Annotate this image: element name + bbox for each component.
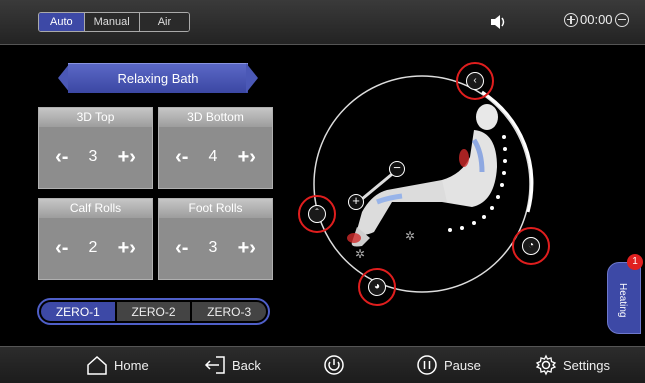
leg-down-control[interactable]: ◕ xyxy=(358,268,396,306)
settings-label: Settings xyxy=(563,357,610,373)
angle-minus-button[interactable]: − xyxy=(389,161,405,177)
decrease-button[interactable]: ‹- xyxy=(55,146,68,169)
pause-icon xyxy=(417,355,437,375)
increase-button[interactable]: +› xyxy=(118,146,136,169)
pause-label: Pause xyxy=(444,357,481,373)
settings-button[interactable]: Settings xyxy=(535,354,610,376)
chair-illustration: ✲ ✲ xyxy=(313,75,534,293)
clock-icon: ◔ xyxy=(522,237,540,255)
heating-badge: 1 xyxy=(627,254,643,270)
gear-icon xyxy=(535,354,557,376)
tile-value: 2 xyxy=(88,239,98,256)
back-icon xyxy=(204,356,225,374)
chair-diagram: ✲ ✲ − + ‹ ˆ ◔ ◕ xyxy=(292,62,552,312)
tile-title: Calf Rolls xyxy=(39,199,152,218)
decrease-button[interactable]: ‹- xyxy=(55,237,68,260)
home-label: Home xyxy=(114,357,149,373)
leg-up-control[interactable]: ˆ xyxy=(298,195,336,233)
speaker-icon[interactable] xyxy=(490,14,508,30)
back-label: Back xyxy=(232,357,261,373)
heating-tab[interactable]: Heating xyxy=(607,262,641,334)
power-button[interactable] xyxy=(323,354,345,376)
tile-title: 3D Top xyxy=(39,108,152,127)
program-banner[interactable]: Relaxing Bath xyxy=(58,63,258,93)
tile-3d-bottom: 3D Bottom ‹- 4 +› xyxy=(158,107,273,189)
tile-value: 3 xyxy=(208,239,218,256)
svg-text:✲: ✲ xyxy=(355,247,365,261)
timer: 00:00 xyxy=(564,12,629,27)
zero-gravity-selector: ZERO-1 ZERO-2 ZERO-3 xyxy=(37,298,270,325)
heating-label: Heating xyxy=(617,283,628,318)
mode-auto-button[interactable]: Auto xyxy=(39,13,85,31)
back-button[interactable]: Back xyxy=(204,354,261,376)
decrease-button[interactable]: ‹- xyxy=(175,237,188,260)
home-icon xyxy=(87,355,107,375)
tile-title: Foot Rolls xyxy=(159,199,272,218)
chevron-icon: ‹ xyxy=(466,72,484,90)
decrease-button[interactable]: ‹- xyxy=(175,146,188,169)
power-icon xyxy=(324,355,344,375)
next-program-arrow-icon[interactable] xyxy=(246,63,258,93)
slide-control[interactable]: ◔ xyxy=(512,227,550,265)
zero-3-button[interactable]: ZERO-3 xyxy=(192,302,267,321)
mode-manual-button[interactable]: Manual xyxy=(84,13,140,31)
angle-plus-button[interactable]: + xyxy=(348,194,364,210)
tile-title: 3D Bottom xyxy=(159,108,272,127)
mode-selector: Auto Manual Air xyxy=(38,12,191,32)
home-button[interactable]: Home xyxy=(86,354,149,376)
increase-button[interactable]: +› xyxy=(238,146,256,169)
tile-value: 4 xyxy=(208,148,218,165)
bottom-nav: Home Back Pause Settings xyxy=(0,346,645,383)
tile-value: 3 xyxy=(88,148,98,165)
chevron-up-icon: ˆ xyxy=(308,205,326,223)
svg-text:✲: ✲ xyxy=(405,229,415,243)
zero-1-button[interactable]: ZERO-1 xyxy=(41,302,115,321)
increase-button[interactable]: +› xyxy=(238,237,256,260)
timer-value: 00:00 xyxy=(580,12,613,27)
backrest-control[interactable]: ‹ xyxy=(456,62,494,100)
pause-button[interactable]: Pause xyxy=(416,354,481,376)
mode-air-button[interactable]: Air xyxy=(139,13,190,31)
top-bar: Auto Manual Air 00:00 xyxy=(0,0,645,45)
zero-2-button[interactable]: ZERO-2 xyxy=(116,302,191,321)
plus-icon[interactable] xyxy=(564,12,578,27)
tile-3d-top: 3D Top ‹- 3 +› xyxy=(38,107,153,189)
minus-icon[interactable] xyxy=(614,12,629,27)
tile-foot-rolls: Foot Rolls ‹- 3 +› xyxy=(158,198,273,280)
increase-button[interactable]: +› xyxy=(118,237,136,260)
tile-calf-rolls: Calf Rolls ‹- 2 +› xyxy=(38,198,153,280)
program-name: Relaxing Bath xyxy=(68,63,248,93)
clock-icon: ◕ xyxy=(368,278,386,296)
